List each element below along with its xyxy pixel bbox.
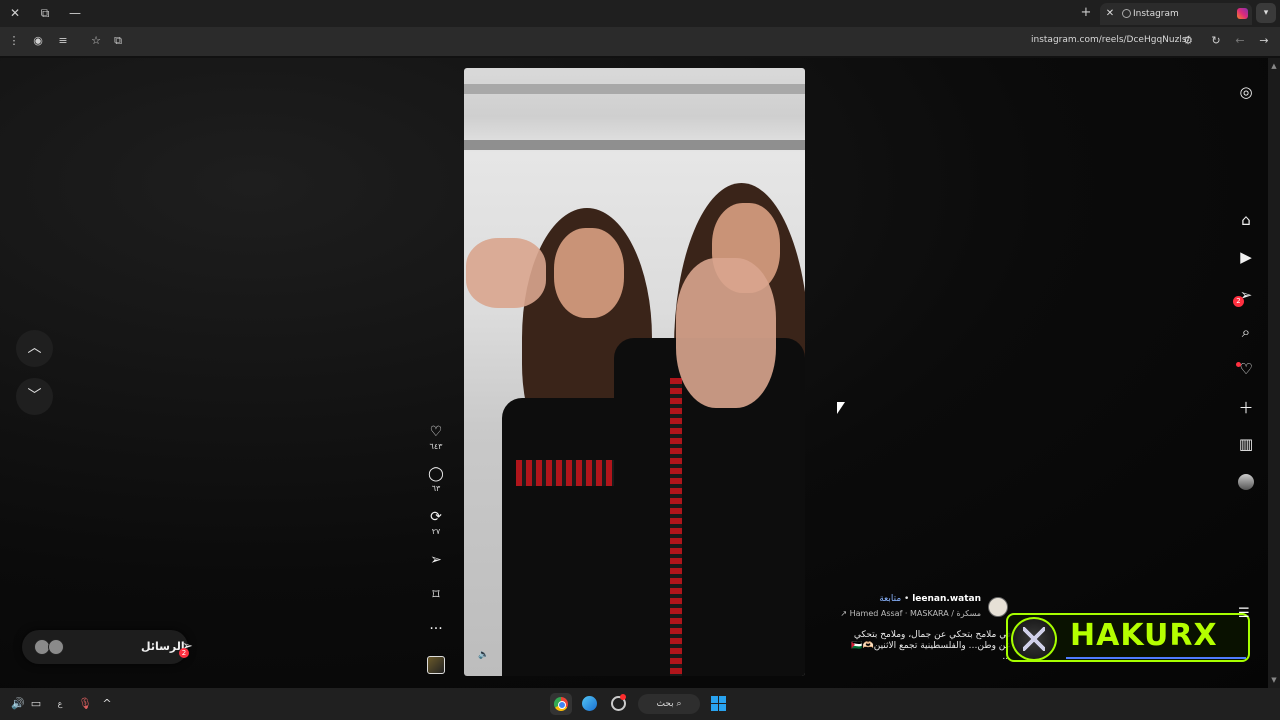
more-options-button[interactable]: ··· (424, 620, 448, 638)
reload-icon[interactable]: ↻ (1208, 33, 1224, 49)
bookmark-star-icon[interactable]: ☆ (88, 33, 104, 49)
tab-title: Instagram (1133, 9, 1179, 19)
chrome-taskbar-icon[interactable] (550, 693, 572, 715)
forward-arrow-icon[interactable]: → (1256, 33, 1272, 49)
create-plus-icon[interactable]: ＋ (1234, 397, 1258, 418)
taskbar-search[interactable]: بحث ⌕ (638, 694, 700, 714)
profile-avatar[interactable] (1238, 474, 1254, 490)
menu-kebab-icon[interactable]: ⋮ (6, 33, 22, 49)
windows-taskbar: 🔊 ▭ ع 🎙 ^ بحث ⌕ (0, 688, 1280, 720)
like-count: ٦٤٣ (429, 442, 443, 451)
app-taskbar-icon[interactable] (611, 694, 626, 711)
instagram-logo-icon (1237, 8, 1248, 19)
profile-avatar-icon[interactable]: ◉ (30, 33, 46, 49)
edge-taskbar-icon[interactable] (582, 696, 597, 711)
more-dots-icon: ··· (429, 621, 443, 637)
music-label[interactable]: مسكرة / Hamed Assaf · MASKARA ↗ (840, 609, 981, 618)
windows-start-icon[interactable] (711, 696, 726, 711)
repost-button[interactable]: ⟳ ٢٧ (424, 508, 448, 536)
tab-favicon-icon (1122, 9, 1131, 18)
back-arrow-icon[interactable]: ← (1232, 33, 1248, 49)
dashboard-icon[interactable]: ▥ (1234, 435, 1258, 453)
instagram-icon[interactable]: ◎ (1234, 83, 1258, 101)
speaker-icon[interactable]: 🔊 (10, 694, 26, 714)
network-icon[interactable]: ▭ (29, 694, 43, 714)
author-username[interactable]: leenan.watan (912, 594, 981, 604)
microphone-icon[interactable]: 🎙 (78, 694, 92, 714)
comment-count: ٦٣ (431, 484, 441, 493)
minimize-window-icon[interactable]: — (66, 5, 84, 21)
reel-video[interactable] (464, 68, 805, 676)
caption-line: في ملامح بتحكي عن جمال، وملامح بتحكي (853, 630, 1011, 640)
send-icon: ➢ (430, 552, 442, 568)
caption-line: عن وطن… والفلسطينية تجمع الاثنين🫶🏻🇵🇸 (851, 641, 1011, 651)
close-window-icon[interactable]: ✕ (6, 5, 24, 21)
hakurx-logo-icon (1011, 617, 1057, 661)
audio-thumbnail[interactable] (427, 656, 445, 674)
mute-icon[interactable]: 🔈 (478, 650, 492, 662)
page-scrollbar[interactable]: ▲ ▼ (1268, 58, 1280, 688)
hakurx-watermark: HAKURX (1006, 613, 1250, 662)
search-icon[interactable]: ⌕ (1234, 323, 1258, 341)
repost-count: ٢٧ (431, 527, 441, 536)
notification-dot (1236, 362, 1241, 367)
follow-button[interactable]: متابعة (879, 594, 901, 604)
notification-badge: 2 (1233, 296, 1244, 307)
heart-icon: ♡ (429, 424, 443, 440)
comment-button[interactable]: ◯ ٦٣ (424, 465, 448, 493)
browser-toolbar: ⋮ ◉ ≡ ☆ ⧉ instagram.com/reels/DceHgqNuzl… (0, 27, 1280, 56)
like-button[interactable]: ♡ ٦٤٣ (424, 423, 448, 451)
previous-reel-button[interactable]: ︿ (16, 330, 53, 367)
address-bar[interactable]: instagram.com/reels/DceHgqNuzls/ (1031, 35, 1190, 45)
tab-close-icon[interactable]: ✕ (1104, 3, 1116, 25)
restore-window-icon[interactable]: ⧉ (36, 5, 54, 21)
reels-icon[interactable]: ▶ (1234, 248, 1258, 266)
messages-badge: 2 (179, 648, 189, 658)
repost-icon: ⟳ (430, 509, 442, 525)
reading-list-icon[interactable]: ≡ (55, 33, 71, 49)
avatar (48, 639, 64, 655)
browser-titlebar: ✕ ⧉ — + ✕ Instagram ▾ (0, 0, 1280, 27)
save-button[interactable]: ⌑ (424, 586, 448, 604)
hamburger-menu-icon[interactable]: ☰ (1238, 606, 1250, 621)
watermark-underline (1066, 657, 1246, 659)
home-icon[interactable]: ⌂ (1234, 211, 1258, 229)
site-settings-icon[interactable]: ⚙ (1180, 33, 1196, 49)
next-reel-button[interactable]: ﹀ (16, 378, 53, 415)
watermark-text: HAKURX (1070, 618, 1218, 653)
author-avatar[interactable] (988, 597, 1008, 617)
new-tab-button[interactable]: + (1079, 5, 1093, 20)
messages-pill[interactable]: الرسائل ➢ 2 (22, 630, 193, 664)
tab-instagram[interactable]: ✕ Instagram (1100, 3, 1252, 25)
bookmark-icon: ⌑ (432, 587, 440, 603)
mouse-cursor-icon (837, 402, 845, 414)
chevron-up-icon[interactable]: ^ (100, 694, 114, 714)
install-app-icon[interactable]: ⧉ (110, 33, 126, 49)
search-icon: ⌕ (676, 699, 682, 709)
search-label: بحث (656, 699, 674, 709)
share-button[interactable]: ➢ (424, 551, 448, 569)
caption-more[interactable]: ... (836, 652, 1011, 663)
tab-search-chevron-icon[interactable]: ▾ (1256, 3, 1276, 23)
language-indicator-icon[interactable]: ع (52, 694, 68, 714)
comment-bubble-icon: ◯ (428, 466, 444, 482)
